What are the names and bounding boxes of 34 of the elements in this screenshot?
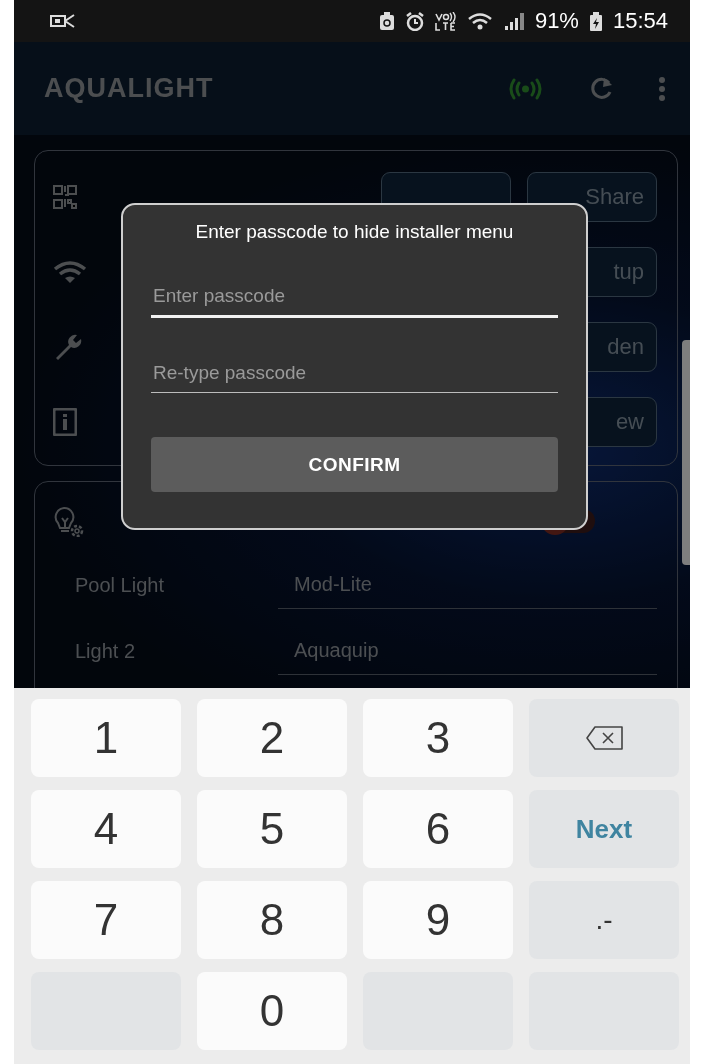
light-name: Pool Light: [75, 573, 165, 597]
digit-key[interactable]: 8: [197, 881, 347, 959]
volte-icon: [434, 11, 457, 31]
wifi-icon: [53, 259, 87, 284]
refresh-icon[interactable]: [589, 76, 614, 101]
digit-key[interactable]: 2: [197, 699, 347, 777]
battery-saver-icon: [378, 12, 395, 30]
symbol-key[interactable]: .-: [529, 881, 679, 959]
battery-percent: 91%: [534, 8, 579, 34]
dialog-title: Enter passcode to hide installer menu: [194, 221, 515, 243]
digit-key[interactable]: 9: [363, 881, 513, 959]
digit-key[interactable]: 4: [31, 790, 181, 868]
screen-cast-icon: [50, 12, 75, 30]
passcode-field[interactable]: Re-type passcode: [151, 362, 558, 393]
status-time: 15:54: [612, 8, 668, 34]
digit-key[interactable]: 1: [31, 699, 181, 777]
app-title: AQUALIGHT: [44, 73, 215, 104]
confirm-button[interactable]: CONFIRM: [151, 437, 558, 492]
signal-icon: [502, 11, 525, 31]
wifi-icon: [466, 11, 493, 31]
light-name: Light 2: [75, 639, 137, 663]
menu-icon[interactable]: [658, 75, 666, 102]
digit-key[interactable]: 3: [363, 699, 513, 777]
info-icon: [53, 407, 77, 436]
digit-key[interactable]: 5: [197, 790, 347, 868]
digit-key[interactable]: 0: [197, 972, 347, 1050]
bulb-gear-icon: [53, 505, 84, 537]
digit-key[interactable]: 6: [363, 790, 513, 868]
backspace-icon: [584, 725, 624, 751]
backspace-key[interactable]: [529, 699, 679, 777]
qr-code-icon: [53, 184, 77, 209]
digit-key[interactable]: 7: [31, 881, 181, 959]
alarm-icon: [404, 11, 425, 31]
battery-charging-icon: [588, 11, 603, 31]
